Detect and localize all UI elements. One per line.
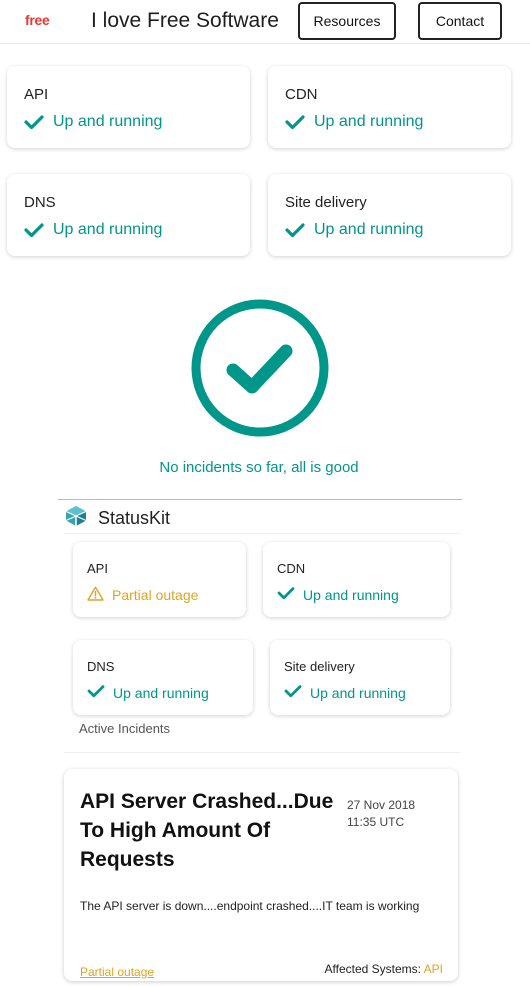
service-status: Up and running bbox=[24, 113, 162, 131]
service-card-site-delivery: Site delivery Up and running bbox=[268, 174, 511, 256]
status-label: Up and running bbox=[53, 221, 163, 238]
service-status: Up and running bbox=[285, 221, 423, 239]
warning-icon bbox=[87, 586, 104, 604]
service-name: API bbox=[24, 86, 49, 103]
service-status: Up and running bbox=[87, 684, 209, 701]
service-card-cdn: CDN Up and running bbox=[268, 66, 511, 148]
widget-divider bbox=[58, 499, 462, 500]
check-icon bbox=[284, 684, 302, 701]
check-icon bbox=[285, 222, 305, 238]
widget-service-card-site-delivery: Site delivery Up and running bbox=[270, 640, 450, 715]
affected-system-link[interactable]: API bbox=[424, 962, 443, 976]
service-name: API bbox=[87, 561, 108, 576]
check-icon bbox=[285, 114, 305, 130]
service-name: DNS bbox=[87, 659, 115, 674]
service-name: Site delivery bbox=[284, 659, 355, 674]
banner-message: No incidents so far, all is good bbox=[159, 459, 359, 476]
check-icon bbox=[24, 114, 44, 130]
service-name: CDN bbox=[277, 561, 306, 576]
active-incidents-heading: Active Incidents bbox=[79, 721, 171, 736]
status-label: Up and running bbox=[314, 113, 424, 130]
service-status: Up and running bbox=[24, 221, 162, 239]
widget-divider bbox=[64, 533, 460, 534]
service-status: Up and running bbox=[285, 113, 423, 131]
check-icon bbox=[277, 586, 295, 603]
widget-service-card-dns: DNS Up and running bbox=[73, 640, 253, 715]
widget-service-card-cdn: CDN Up and running bbox=[263, 542, 450, 617]
incident-date: 27 Nov 2018 bbox=[347, 798, 416, 812]
service-name: DNS bbox=[24, 194, 56, 211]
check-circle-icon bbox=[190, 298, 330, 438]
status-label: Partial outage bbox=[112, 587, 199, 603]
incident-description: The API server is down....endpoint crash… bbox=[80, 899, 420, 913]
service-card-api: API Up and running bbox=[7, 66, 250, 148]
resources-button[interactable]: Resources bbox=[298, 2, 396, 40]
status-label: Up and running bbox=[314, 221, 424, 238]
contact-button[interactable]: Contact bbox=[418, 2, 502, 40]
statuskit-logo-icon bbox=[64, 505, 88, 532]
service-status: Partial outage bbox=[87, 586, 198, 604]
incident-title[interactable]: API Server Crashed...Due To High Amount … bbox=[80, 787, 338, 874]
status-label: Up and running bbox=[53, 113, 163, 130]
affected-systems-label: Affected Systems: bbox=[324, 962, 421, 976]
service-status: Up and running bbox=[284, 684, 406, 701]
check-icon bbox=[24, 222, 44, 238]
incident-status: Partial outage bbox=[80, 965, 155, 979]
incidents-divider bbox=[64, 752, 460, 753]
service-name: Site delivery bbox=[285, 194, 367, 211]
incident-time: 11:35 UTC bbox=[347, 815, 405, 829]
widget-service-card-api: API Partial outage bbox=[73, 542, 246, 617]
widget-brand[interactable]: StatusKit bbox=[64, 505, 170, 532]
affected-systems: Affected Systems: API bbox=[324, 962, 443, 976]
site-title: I love Free Software bbox=[91, 9, 279, 32]
site-logo[interactable]: free bbox=[25, 12, 50, 28]
incident-card[interactable]: API Server Crashed...Due To High Amount … bbox=[64, 769, 458, 981]
service-name: CDN bbox=[285, 86, 318, 103]
status-label: Up and running bbox=[303, 586, 399, 603]
site-header: free I love Free Software Resources Cont… bbox=[0, 0, 530, 44]
status-label: Up and running bbox=[113, 684, 209, 701]
service-status: Up and running bbox=[277, 586, 399, 603]
incident-timestamp: 27 Nov 2018 11:35 UTC bbox=[347, 797, 447, 831]
widget-brand-name: StatusKit bbox=[98, 508, 171, 528]
service-card-dns: DNS Up and running bbox=[7, 174, 250, 256]
check-icon bbox=[87, 684, 105, 701]
status-label: Up and running bbox=[310, 684, 406, 701]
